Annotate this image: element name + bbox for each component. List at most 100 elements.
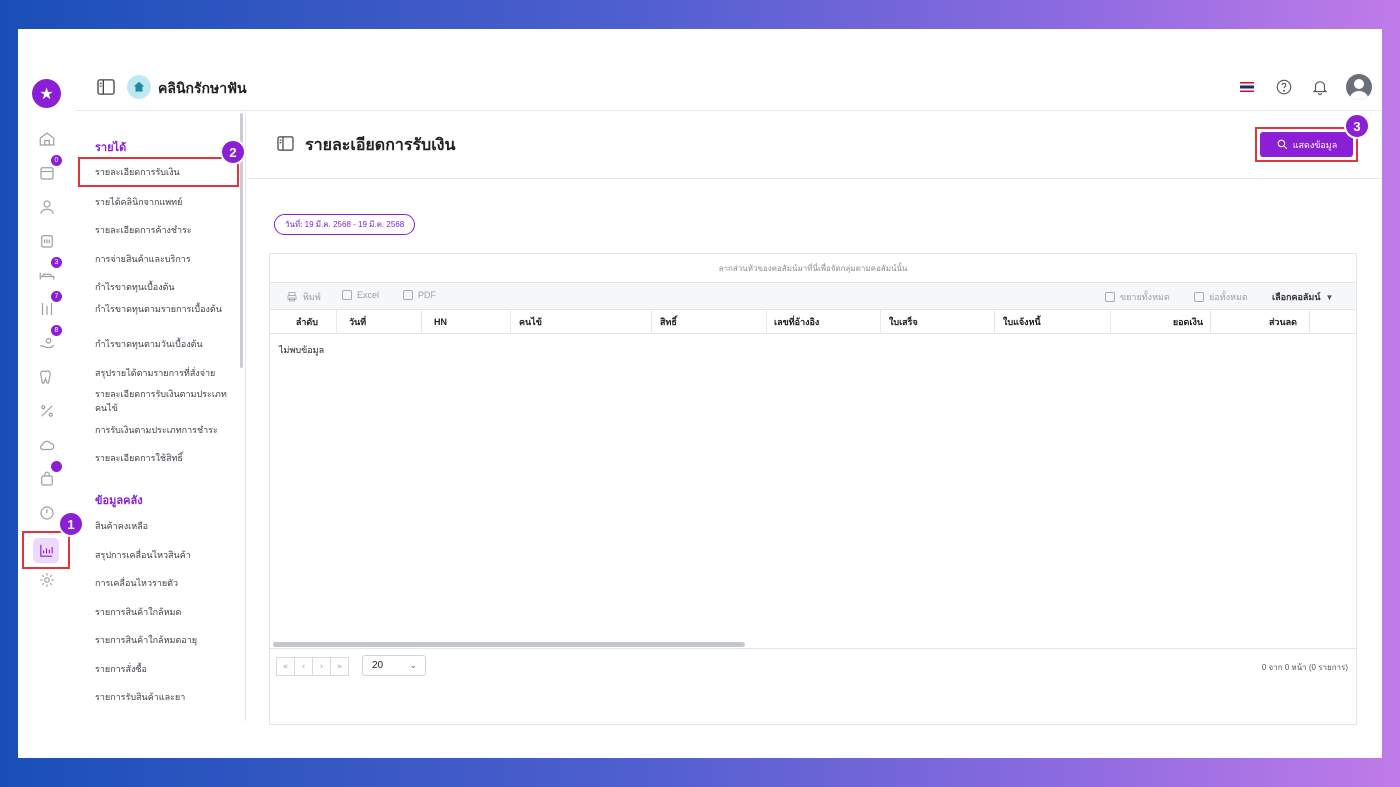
reports-nav-highlight[interactable] — [22, 531, 70, 569]
menu-item-profit-by-day[interactable]: กำไรขาดทุนตามวันเบื้องต้น — [95, 337, 230, 351]
horizontal-scrollbar[interactable] — [273, 642, 745, 647]
pdf-file-icon — [403, 290, 413, 300]
top-bar: คลินิกรักษาฟัน — [75, 64, 1382, 111]
search-icon — [1277, 139, 1287, 150]
col-header-date[interactable]: วันที่ — [337, 310, 422, 334]
page-size-select[interactable]: 20 ⌄ — [362, 655, 426, 676]
menu-item-low-stock[interactable]: รายการสินค้าใกล้หมด — [95, 605, 230, 619]
print-button[interactable]: พิมพ์ — [286, 290, 321, 304]
clinic-logo-icon — [127, 75, 151, 99]
expand-all-label: ขยายทั้งหมด — [1120, 292, 1170, 302]
user-icon[interactable] — [36, 196, 58, 218]
step-badge-3: 3 — [1344, 113, 1370, 139]
bar-chart-icon[interactable] — [33, 538, 59, 563]
icon-rail: ★ 0 3 7 8 — [18, 64, 75, 729]
pager-info: 0 จาก 0 หน้า (0 รายการ) — [1261, 663, 1348, 672]
expand-all-button[interactable]: ขยายทั้งหมด — [1105, 290, 1170, 304]
cloud-icon[interactable] — [36, 434, 58, 456]
no-data-message: ไม่พบข้อมูล — [279, 345, 325, 355]
notification-dot — [51, 461, 62, 472]
expand-icon — [1105, 292, 1115, 302]
step-badge-1: 1 — [58, 511, 84, 537]
menu-item-stock-remaining[interactable]: สินค้าคงเหลือ — [95, 519, 230, 533]
menu-item-purchase-orders[interactable]: รายการสั่งซื้อ — [95, 662, 230, 676]
treatment-badge: 7 — [51, 291, 62, 302]
menu-item-payment-by-method[interactable]: การรับเงินตามประเภทการชำระ — [95, 423, 230, 437]
page-title: รายละเอียดการรับเงิน — [305, 137, 456, 154]
calendar-icon[interactable]: 0 — [36, 155, 62, 184]
menu-item-outstanding[interactable]: รายละเอียดการค้างชำระ — [95, 223, 230, 237]
menu-item-doctor-income[interactable]: รายได้คลินิกจากแพทย์ — [95, 195, 230, 209]
menu-item-goods-services[interactable]: การจ่ายสินค้าและบริการ — [95, 252, 230, 266]
sidebar-toggle-icon[interactable] — [97, 79, 115, 95]
last-page-button[interactable]: » — [330, 657, 349, 676]
menu-item-stock-movement-summary[interactable]: สรุปการเคลื่อนไหวสินค้า — [95, 548, 230, 562]
grid-toolbar: พิมพ์ Excel PDF ขยายทั้งหมด ย่อทั้งหมด เ… — [270, 283, 1356, 310]
pager-nav: « ‹ › » — [276, 657, 349, 676]
menu-item-near-expiry[interactable]: รายการสินค้าใกล้หมดอายุ — [95, 633, 230, 647]
next-page-button[interactable]: › — [312, 657, 331, 676]
column-chooser[interactable]: เลือกคอลัมน์ ▼ — [1272, 290, 1333, 304]
collapse-all-button[interactable]: ย่อทั้งหมด — [1194, 290, 1248, 304]
col-header-reference[interactable]: เลขที่อ้างอิง — [767, 310, 881, 334]
help-icon[interactable] — [1274, 77, 1294, 97]
chevron-down-icon: ⌄ — [409, 660, 417, 670]
collapse-icon — [1194, 292, 1204, 302]
collapse-all-label: ย่อทั้งหมด — [1209, 292, 1248, 302]
report-panel-icon — [277, 136, 294, 151]
menu-item-profit-basic[interactable]: กำไรขาดทุนเบื้องต้น — [95, 280, 230, 294]
col-header-hn[interactable]: HN — [422, 310, 511, 334]
excel-button[interactable]: Excel — [342, 290, 379, 300]
user-avatar[interactable] — [1346, 74, 1372, 100]
pdf-button[interactable]: PDF — [403, 290, 436, 300]
top-actions — [1240, 74, 1372, 100]
section-income-title: รายได้ — [95, 142, 127, 154]
appointments-badge: 0 — [51, 155, 62, 166]
prev-page-button[interactable]: ‹ — [294, 657, 313, 676]
thai-flag-icon[interactable] — [1240, 82, 1254, 92]
bag-icon[interactable] — [36, 461, 62, 490]
clipboard-icon[interactable] — [36, 230, 58, 252]
menu-item-payment-details[interactable]: รายละเอียดการรับเงิน — [78, 157, 239, 187]
print-label: พิมพ์ — [303, 292, 321, 302]
home-icon[interactable] — [36, 128, 58, 150]
show-data-button[interactable]: แสดงข้อมูล — [1260, 132, 1353, 157]
settings-icon[interactable] — [36, 569, 58, 591]
menu-item-income-by-order[interactable]: สรุปรายได้ตามรายการที่สั่งจ่าย — [95, 366, 230, 380]
menu-item-privilege-usage[interactable]: รายละเอียดการใช้สิทธิ์ — [95, 451, 230, 465]
first-page-button[interactable]: « — [276, 657, 295, 676]
bell-icon[interactable] — [1310, 77, 1330, 97]
bed-icon[interactable]: 3 — [36, 257, 62, 286]
tooth-icon[interactable] — [36, 366, 58, 388]
page-size-value: 20 — [372, 660, 384, 671]
col-header-receipt[interactable]: ใบเสร็จ — [881, 310, 995, 334]
col-header-privilege[interactable]: สิทธิ์ — [652, 310, 767, 334]
page-header: รายละเอียดการรับเงิน แสดงข้อมูล — [247, 111, 1382, 179]
hand-money-icon[interactable]: 8 — [36, 325, 62, 354]
menu-item-item-movement[interactable]: การเคลื่อนไหวรายตัว — [95, 576, 230, 590]
col-header-amount[interactable]: ยอดเงิน — [1111, 310, 1211, 334]
printer-icon — [287, 292, 297, 302]
tools-icon[interactable]: 7 — [36, 291, 62, 320]
clock-icon[interactable] — [36, 502, 58, 524]
col-header-invoice[interactable]: ใบแจ้งหนี้ — [995, 310, 1111, 334]
percent-icon[interactable] — [36, 400, 58, 422]
grid-pager: « ‹ › » 20 ⌄ 0 จาก 0 หน้า (0 รายการ) — [270, 648, 1356, 678]
menu-item-profit-by-item[interactable]: กำไรขาดทุนตามรายการเบื้องต้น — [95, 302, 230, 316]
group-panel[interactable]: ลากส่วนหัวของคอลัมน์มาที่นี่เพื่อจัดกลุ่… — [270, 254, 1356, 283]
menu-item-goods-received[interactable]: รายการรับสินค้าและยา — [95, 690, 230, 704]
main-content: รายละเอียดการรับเงิน แสดงข้อมูล วันที่: … — [247, 111, 1382, 725]
menu-item-payment-by-patient-type[interactable]: รายละเอียดการรับเงินตามประเภทคนไข้ — [95, 387, 230, 415]
col-header-patient[interactable]: คนไข้ — [511, 310, 652, 334]
app-logo-star-icon[interactable]: ★ — [32, 79, 61, 108]
step-badge-2: 2 — [220, 139, 246, 165]
grid-header-row: ลำดับ วันที่ HN คนไข้ สิทธิ์ เลขที่อ้างอ… — [270, 310, 1356, 334]
report-submenu: รายได้ รายละเอียดการรับเงิน รายได้คลินิก… — [75, 111, 246, 721]
col-header-discount[interactable]: ส่วนลด — [1211, 310, 1310, 334]
caret-down-icon: ▼ — [1325, 292, 1334, 302]
date-filter-chip[interactable]: วันที่: 19 มี.ค. 2568 - 19 มี.ค. 2568 — [274, 214, 416, 235]
queue-badge: 3 — [51, 257, 62, 268]
pdf-label: PDF — [418, 290, 436, 300]
show-data-label: แสดงข้อมูล — [1292, 139, 1338, 150]
col-header-number[interactable]: ลำดับ — [270, 310, 337, 334]
